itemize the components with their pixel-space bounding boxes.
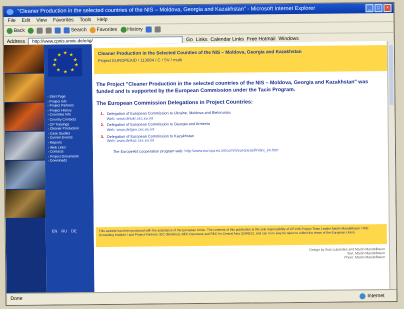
maximize-button[interactable]: □ bbox=[374, 4, 383, 13]
star-icon: ★ bbox=[70, 67, 75, 74]
delegations-heading: The European Commission Delegations in P… bbox=[96, 99, 253, 108]
delegation-list: 1. Delegation of European Commission to … bbox=[101, 109, 384, 144]
web-page: ★ ★ ★ ★ ★ ★ ★ ★ ★ ★ Start Page Project I… bbox=[3, 41, 390, 295]
menu-edit[interactable]: Edit bbox=[22, 17, 31, 25]
globe-icon bbox=[359, 292, 366, 299]
star-icon: ★ bbox=[56, 52, 62, 59]
vertical-scrollbar[interactable] bbox=[386, 40, 397, 291]
list-item: 1. Delegation of European Commission to … bbox=[101, 109, 384, 121]
photo-column bbox=[3, 44, 47, 295]
menu-help[interactable]: Help bbox=[97, 16, 107, 24]
menu-favorites[interactable]: Favorites bbox=[53, 16, 74, 24]
star-icon: ★ bbox=[62, 50, 68, 57]
program-web: The EuropeAid cooperation program web: h… bbox=[113, 147, 384, 154]
industry-photo bbox=[5, 160, 46, 190]
menu-view[interactable]: View bbox=[36, 17, 47, 25]
industry-photo bbox=[5, 189, 46, 219]
address-label: Address bbox=[6, 38, 26, 45]
star-icon: ★ bbox=[56, 67, 61, 74]
history-icon bbox=[120, 26, 127, 33]
industry-photo bbox=[3, 44, 45, 74]
program-label: The EuropeAid cooperation program web: bbox=[112, 148, 184, 154]
minimize-button[interactable]: _ bbox=[365, 4, 374, 13]
intro-paragraph: The Project "Cleaner Production in the s… bbox=[96, 79, 369, 95]
browser-window: "Cleaner Production in the selected coun… bbox=[2, 1, 398, 307]
lang-de[interactable]: DE bbox=[71, 228, 77, 233]
go-button[interactable]: Go bbox=[186, 37, 193, 43]
eu-flag-logo: ★ ★ ★ ★ ★ ★ ★ ★ ★ ★ bbox=[47, 48, 83, 77]
back-button[interactable]: Back bbox=[6, 27, 25, 35]
internet-explorer-icon bbox=[6, 8, 14, 16]
credits: Design by Ikas Lubandes and Martin Mande… bbox=[309, 247, 386, 260]
mail-icon[interactable] bbox=[145, 26, 152, 33]
star-icon: ★ bbox=[52, 62, 57, 69]
project-code: Project EUROPEAID / 113684 / C / SV / mu… bbox=[97, 57, 182, 64]
star-icon: ★ bbox=[52, 57, 58, 64]
refresh-icon[interactable] bbox=[45, 27, 52, 34]
nav-item[interactable]: Downloads bbox=[48, 158, 92, 163]
close-button[interactable]: × bbox=[383, 3, 392, 13]
home-icon[interactable] bbox=[54, 27, 61, 34]
lang-en[interactable]: EN bbox=[52, 228, 58, 233]
list-item: 3. Delegation of European Commission to … bbox=[101, 132, 384, 144]
history-button[interactable]: History bbox=[120, 27, 143, 33]
menu-file[interactable]: File bbox=[8, 17, 16, 25]
main-content: Cleaner Production in the Selected Count… bbox=[91, 41, 390, 294]
scrollbar-thumb[interactable] bbox=[388, 44, 394, 106]
industry-photo bbox=[4, 131, 46, 161]
back-arrow-icon bbox=[6, 27, 13, 35]
links-label[interactable]: Links bbox=[196, 36, 208, 42]
window-title: "Cleaner Production in the selected coun… bbox=[17, 5, 316, 15]
navigation-sidebar: ★ ★ ★ ★ ★ ★ ★ ★ ★ ★ Start Page Project I… bbox=[43, 44, 95, 294]
menu-tools[interactable]: Tools bbox=[80, 16, 92, 24]
search-button[interactable]: Search bbox=[63, 27, 87, 34]
security-zone: Internet bbox=[359, 290, 396, 301]
search-icon bbox=[63, 27, 70, 34]
disclaimer-footer: This website has been produced with the … bbox=[95, 224, 387, 248]
link-hotmail[interactable]: Free Hotmail bbox=[247, 36, 276, 42]
program-link[interactable]: http://www.europa.eu.int/comm/europeaid/… bbox=[185, 148, 279, 153]
star-icon: ★ bbox=[74, 62, 79, 69]
link-calendar[interactable]: Calendar Links bbox=[210, 36, 243, 42]
list-item: 2. Delegation of European Commission to … bbox=[101, 120, 384, 132]
lang-ru[interactable]: RU bbox=[61, 228, 67, 233]
page-banner: Cleaner Production in the Selected Count… bbox=[93, 45, 388, 75]
industry-photo bbox=[4, 73, 45, 103]
window-controls: _ □ × bbox=[365, 3, 392, 13]
favorites-button[interactable]: Favorites bbox=[89, 27, 117, 34]
forward-arrow-icon[interactable] bbox=[27, 27, 34, 34]
language-switcher: EN RU DE bbox=[52, 228, 77, 233]
stop-icon[interactable] bbox=[36, 27, 43, 34]
industry-photo bbox=[4, 102, 45, 132]
star-icon: ★ bbox=[63, 69, 68, 76]
print-icon[interactable] bbox=[154, 26, 161, 33]
favorites-star-icon bbox=[89, 27, 96, 34]
status-text: Done bbox=[10, 295, 23, 302]
link-windows[interactable]: Windows bbox=[278, 35, 298, 41]
nav-list: Start Page Project Info Project Partners… bbox=[47, 94, 92, 163]
